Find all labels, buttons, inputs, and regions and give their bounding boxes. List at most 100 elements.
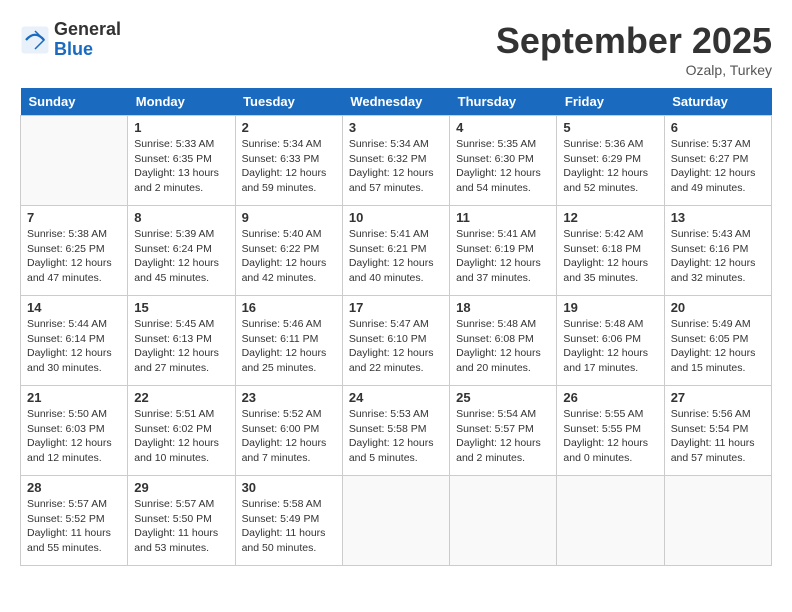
day-info: Sunrise: 5:54 AM Sunset: 5:57 PM Dayligh… (456, 407, 550, 466)
day-info: Sunrise: 5:48 AM Sunset: 6:08 PM Dayligh… (456, 317, 550, 376)
day-info: Sunrise: 5:40 AM Sunset: 6:22 PM Dayligh… (242, 227, 336, 286)
calendar-cell (342, 476, 449, 566)
day-info: Sunrise: 5:56 AM Sunset: 5:54 PM Dayligh… (671, 407, 765, 466)
day-number: 7 (27, 210, 121, 225)
day-number: 24 (349, 390, 443, 405)
day-info: Sunrise: 5:55 AM Sunset: 5:55 PM Dayligh… (563, 407, 657, 466)
day-info: Sunrise: 5:42 AM Sunset: 6:18 PM Dayligh… (563, 227, 657, 286)
calendar-header-row: SundayMondayTuesdayWednesdayThursdayFrid… (21, 88, 772, 116)
calendar-cell: 5 Sunrise: 5:36 AM Sunset: 6:29 PM Daylig… (557, 116, 664, 206)
calendar-cell (664, 476, 771, 566)
calendar-cell: 26Sunrise: 5:55 AM Sunset: 5:55 PM Dayli… (557, 386, 664, 476)
day-number: 11 (456, 210, 550, 225)
calendar-cell: 6 Sunrise: 5:37 AM Sunset: 6:27 PM Daylig… (664, 116, 771, 206)
calendar-cell: 24 Sunrise: 5:53 AM Sunset: 5:58 PM Dayli… (342, 386, 449, 476)
logo-general: General (54, 20, 121, 40)
logo-blue: Blue (54, 40, 121, 60)
day-number: 17 (349, 300, 443, 315)
calendar-week-row: 21Sunrise: 5:50 AM Sunset: 6:03 PM Dayli… (21, 386, 772, 476)
day-number: 10 (349, 210, 443, 225)
calendar-cell: 4 Sunrise: 5:35 AM Sunset: 6:30 PM Daylig… (450, 116, 557, 206)
calendar-cell (557, 476, 664, 566)
calendar-cell: 14 Sunrise: 5:44 AM Sunset: 6:14 PM Dayli… (21, 296, 128, 386)
calendar-cell: 20 Sunrise: 5:49 AM Sunset: 6:05 PM Dayli… (664, 296, 771, 386)
page-header: General Blue September 2025 Ozalp, Turke… (20, 20, 772, 78)
day-info: Sunrise: 5:34 AM Sunset: 6:32 PM Dayligh… (349, 137, 443, 196)
day-info: Sunrise: 5:47 AM Sunset: 6:10 PM Dayligh… (349, 317, 443, 376)
calendar-week-row: 7 Sunrise: 5:38 AM Sunset: 6:25 PM Daylig… (21, 206, 772, 296)
day-number: 4 (456, 120, 550, 135)
day-number: 20 (671, 300, 765, 315)
calendar-cell: 10 Sunrise: 5:41 AM Sunset: 6:21 PM Dayli… (342, 206, 449, 296)
logo-icon (20, 25, 50, 55)
day-number: 6 (671, 120, 765, 135)
day-number: 29 (134, 480, 228, 495)
calendar-week-row: 14 Sunrise: 5:44 AM Sunset: 6:14 PM Dayli… (21, 296, 772, 386)
day-number: 8 (134, 210, 228, 225)
calendar-cell: 15Sunrise: 5:45 AM Sunset: 6:13 PM Dayli… (128, 296, 235, 386)
day-number: 27 (671, 390, 765, 405)
calendar-cell: 27 Sunrise: 5:56 AM Sunset: 5:54 PM Dayli… (664, 386, 771, 476)
day-number: 12 (563, 210, 657, 225)
calendar-cell: 13 Sunrise: 5:43 AM Sunset: 6:16 PM Dayli… (664, 206, 771, 296)
calendar-cell: 8 Sunrise: 5:39 AM Sunset: 6:24 PM Daylig… (128, 206, 235, 296)
calendar-week-row: 28Sunrise: 5:57 AM Sunset: 5:52 PM Dayli… (21, 476, 772, 566)
day-number: 14 (27, 300, 121, 315)
calendar-cell: 16Sunrise: 5:46 AM Sunset: 6:11 PM Dayli… (235, 296, 342, 386)
day-info: Sunrise: 5:35 AM Sunset: 6:30 PM Dayligh… (456, 137, 550, 196)
day-number: 1 (134, 120, 228, 135)
day-info: Sunrise: 5:44 AM Sunset: 6:14 PM Dayligh… (27, 317, 121, 376)
calendar-cell: 7 Sunrise: 5:38 AM Sunset: 6:25 PM Daylig… (21, 206, 128, 296)
day-info: Sunrise: 5:51 AM Sunset: 6:02 PM Dayligh… (134, 407, 228, 466)
calendar-day-header: Tuesday (235, 88, 342, 116)
calendar-day-header: Thursday (450, 88, 557, 116)
calendar-cell: 2Sunrise: 5:34 AM Sunset: 6:33 PM Daylig… (235, 116, 342, 206)
day-info: Sunrise: 5:57 AM Sunset: 5:50 PM Dayligh… (134, 497, 228, 556)
day-number: 25 (456, 390, 550, 405)
day-number: 22 (134, 390, 228, 405)
day-info: Sunrise: 5:36 AM Sunset: 6:29 PM Dayligh… (563, 137, 657, 196)
day-info: Sunrise: 5:58 AM Sunset: 5:49 PM Dayligh… (242, 497, 336, 556)
logo-text: General Blue (54, 20, 121, 60)
calendar-table: SundayMondayTuesdayWednesdayThursdayFrid… (20, 88, 772, 566)
day-info: Sunrise: 5:41 AM Sunset: 6:21 PM Dayligh… (349, 227, 443, 286)
calendar-cell (450, 476, 557, 566)
day-info: Sunrise: 5:41 AM Sunset: 6:19 PM Dayligh… (456, 227, 550, 286)
day-number: 23 (242, 390, 336, 405)
day-number: 2 (242, 120, 336, 135)
calendar-cell: 3 Sunrise: 5:34 AM Sunset: 6:32 PM Daylig… (342, 116, 449, 206)
logo: General Blue (20, 20, 121, 60)
day-info: Sunrise: 5:49 AM Sunset: 6:05 PM Dayligh… (671, 317, 765, 376)
calendar-cell: 28Sunrise: 5:57 AM Sunset: 5:52 PM Dayli… (21, 476, 128, 566)
day-number: 15 (134, 300, 228, 315)
location: Ozalp, Turkey (496, 62, 772, 78)
calendar-cell: 23 Sunrise: 5:52 AM Sunset: 6:00 PM Dayli… (235, 386, 342, 476)
calendar-day-header: Sunday (21, 88, 128, 116)
calendar-body: 1Sunrise: 5:33 AM Sunset: 6:35 PM Daylig… (21, 116, 772, 566)
calendar-cell: 25 Sunrise: 5:54 AM Sunset: 5:57 PM Dayli… (450, 386, 557, 476)
day-number: 21 (27, 390, 121, 405)
calendar-cell: 21Sunrise: 5:50 AM Sunset: 6:03 PM Dayli… (21, 386, 128, 476)
day-info: Sunrise: 5:38 AM Sunset: 6:25 PM Dayligh… (27, 227, 121, 286)
calendar-cell: 11 Sunrise: 5:41 AM Sunset: 6:19 PM Dayli… (450, 206, 557, 296)
day-number: 13 (671, 210, 765, 225)
calendar-cell: 9 Sunrise: 5:40 AM Sunset: 6:22 PM Daylig… (235, 206, 342, 296)
day-info: Sunrise: 5:43 AM Sunset: 6:16 PM Dayligh… (671, 227, 765, 286)
day-number: 5 (563, 120, 657, 135)
calendar-cell: 29 Sunrise: 5:57 AM Sunset: 5:50 PM Dayli… (128, 476, 235, 566)
day-info: Sunrise: 5:52 AM Sunset: 6:00 PM Dayligh… (242, 407, 336, 466)
calendar-day-header: Monday (128, 88, 235, 116)
calendar-day-header: Friday (557, 88, 664, 116)
calendar-cell: 17 Sunrise: 5:47 AM Sunset: 6:10 PM Dayli… (342, 296, 449, 386)
day-number: 19 (563, 300, 657, 315)
day-number: 9 (242, 210, 336, 225)
day-info: Sunrise: 5:53 AM Sunset: 5:58 PM Dayligh… (349, 407, 443, 466)
day-info: Sunrise: 5:57 AM Sunset: 5:52 PM Dayligh… (27, 497, 121, 556)
calendar-cell: 12 Sunrise: 5:42 AM Sunset: 6:18 PM Dayli… (557, 206, 664, 296)
day-number: 3 (349, 120, 443, 135)
day-info: Sunrise: 5:37 AM Sunset: 6:27 PM Dayligh… (671, 137, 765, 196)
day-info: Sunrise: 5:39 AM Sunset: 6:24 PM Dayligh… (134, 227, 228, 286)
calendar-cell: 18Sunrise: 5:48 AM Sunset: 6:08 PM Dayli… (450, 296, 557, 386)
calendar-day-header: Wednesday (342, 88, 449, 116)
calendar-cell: 22 Sunrise: 5:51 AM Sunset: 6:02 PM Dayli… (128, 386, 235, 476)
